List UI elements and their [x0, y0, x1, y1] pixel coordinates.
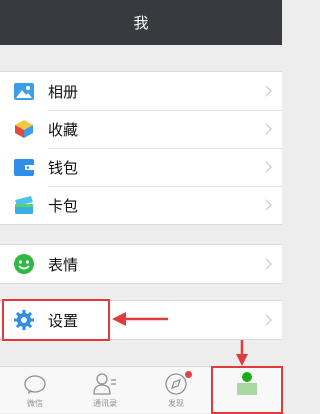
notification-dot	[185, 371, 192, 378]
tab-contacts[interactable]: 通讯录	[70, 367, 140, 413]
tab-label: 发现	[168, 399, 184, 408]
me-tab-highlight-box	[211, 366, 283, 414]
tab-discover[interactable]: 发现	[141, 367, 211, 413]
tab-chats[interactable]: 微信	[0, 367, 70, 413]
contacts-icon	[93, 369, 117, 395]
discover-icon	[165, 369, 187, 395]
tab-label: 通讯录	[93, 399, 117, 408]
annotation-arrows	[112, 312, 248, 366]
tab-label: 微信	[27, 399, 43, 408]
chat-bubble-icon	[24, 369, 46, 395]
